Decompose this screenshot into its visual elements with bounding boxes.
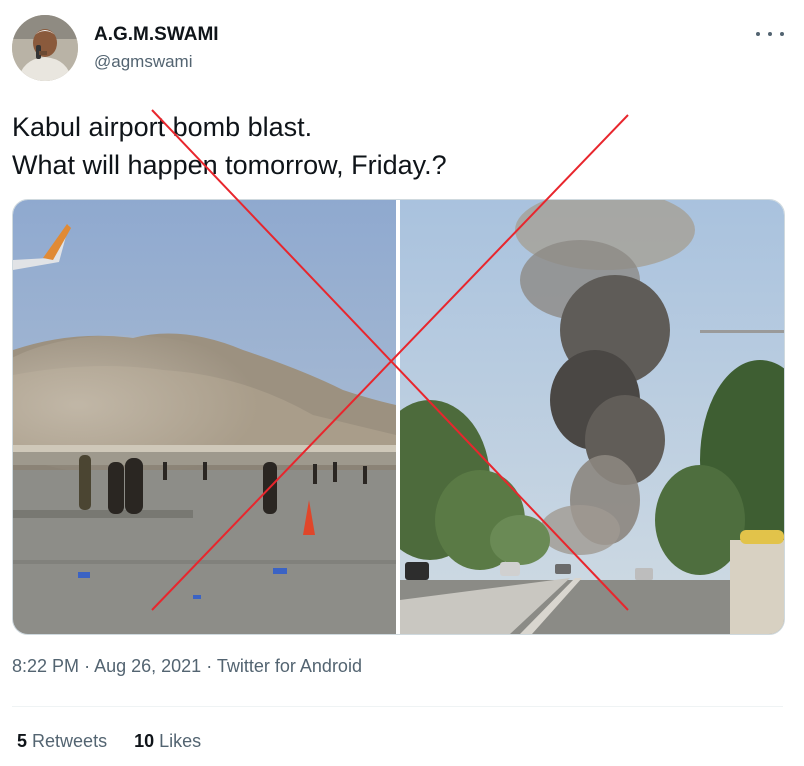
tweet-stats: 5 Retweets 10 Likes: [17, 731, 223, 752]
author-handle[interactable]: @agmswami: [94, 52, 193, 72]
media-image-right[interactable]: [400, 200, 784, 634]
tweet-text-line-1: Kabul airport bomb blast.: [12, 112, 313, 142]
likes-stat[interactable]: 10 Likes: [134, 731, 201, 751]
avatar[interactable]: [12, 15, 78, 81]
more-dot: [756, 32, 760, 36]
author-name[interactable]: A.G.M.SWAMI: [94, 24, 219, 46]
more-dot: [780, 32, 784, 36]
tweet-source[interactable]: Twitter for Android: [217, 656, 362, 676]
avatar-photo: [12, 15, 78, 81]
retweets-label: Retweets: [32, 731, 108, 751]
tweet-text-line-2: What will happen tomorrow, Friday.?: [12, 150, 447, 180]
media-image-left[interactable]: [13, 200, 396, 634]
likes-label: Likes: [159, 731, 202, 751]
retweets-count: 5: [17, 731, 28, 751]
tweet-text: Kabul airport bomb blast. What will happ…: [12, 108, 447, 184]
meta-separator: ·: [84, 656, 91, 676]
tweet-date[interactable]: Aug 26, 2021: [94, 656, 201, 676]
tweet-time[interactable]: 8:22 PM: [12, 656, 79, 676]
tweet-card: A.G.M.SWAMI @agmswami Kabul airport bomb…: [0, 0, 804, 766]
more-dot: [768, 32, 772, 36]
street-smoke-plume-photo: [400, 200, 784, 634]
retweets-stat[interactable]: 5 Retweets: [17, 731, 112, 751]
likes-count: 10: [134, 731, 155, 751]
meta-separator: ·: [206, 656, 213, 676]
airport-dust-cloud-photo: [13, 200, 396, 634]
tweet-meta: 8:22 PM · Aug 26, 2021 · Twitter for And…: [12, 656, 362, 677]
more-options-icon[interactable]: [756, 22, 784, 46]
media-grid: [12, 199, 785, 635]
divider: [12, 706, 783, 707]
